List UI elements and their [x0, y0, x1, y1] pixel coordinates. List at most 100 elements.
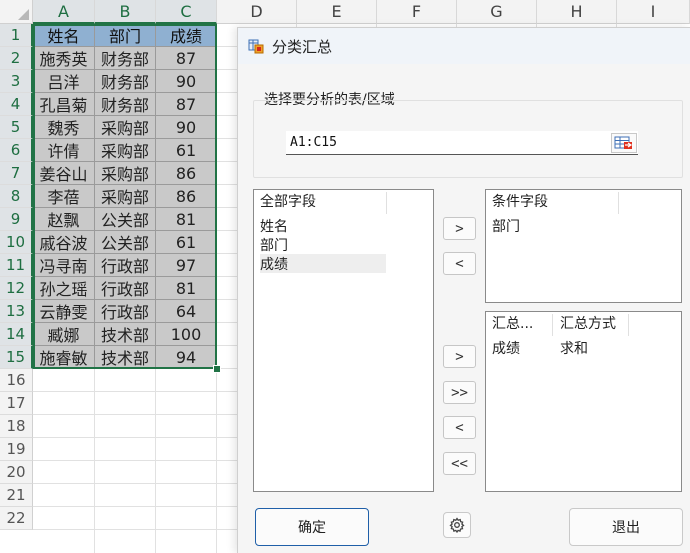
summary-header-divider-2	[628, 314, 629, 336]
table-cell[interactable]: 戚谷波	[33, 231, 95, 254]
row-header[interactable]: 13	[0, 300, 33, 323]
row-header[interactable]: 15	[0, 346, 33, 369]
table-cell[interactable]: 技术部	[95, 323, 156, 346]
table-cell[interactable]: 行政部	[95, 300, 156, 323]
column-header[interactable]: F	[377, 0, 457, 24]
table-cell[interactable]: 采购部	[95, 185, 156, 208]
fill-handle[interactable]	[213, 365, 221, 373]
list-item[interactable]: 姓名	[260, 216, 386, 235]
summary-row-field[interactable]: 成绩	[492, 338, 520, 357]
table-header-cell[interactable]: 部门	[95, 24, 156, 47]
row-header[interactable]: 6	[0, 139, 33, 162]
row-header[interactable]: 1	[0, 24, 33, 47]
list-item[interactable]: 成绩	[260, 254, 386, 273]
add-condition-button[interactable]: >	[443, 217, 476, 240]
row-header[interactable]: 19	[0, 438, 33, 461]
column-header[interactable]: C	[156, 0, 217, 24]
row-header[interactable]: 4	[0, 93, 33, 116]
table-cell[interactable]: 90	[156, 116, 217, 139]
list-item[interactable]: 部门	[260, 235, 386, 254]
table-cell[interactable]: 采购部	[95, 139, 156, 162]
table-cell[interactable]: 81	[156, 277, 217, 300]
table-cell[interactable]: 86	[156, 162, 217, 185]
table-cell[interactable]: 技术部	[95, 346, 156, 369]
row-header[interactable]: 20	[0, 461, 33, 484]
table-cell[interactable]: 许倩	[33, 139, 95, 162]
row-header[interactable]: 5	[0, 116, 33, 139]
row-header[interactable]: 22	[0, 507, 33, 530]
table-cell[interactable]: 94	[156, 346, 217, 369]
table-cell[interactable]: 财务部	[95, 93, 156, 116]
table-cell[interactable]: 86	[156, 185, 217, 208]
row-header[interactable]: 21	[0, 484, 33, 507]
table-cell[interactable]: 赵飘	[33, 208, 95, 231]
table-cell[interactable]: 冯寻南	[33, 254, 95, 277]
remove-all-summary-button[interactable]: <<	[443, 452, 476, 475]
column-header[interactable]: B	[95, 0, 156, 24]
table-cell[interactable]: 行政部	[95, 254, 156, 277]
column-header[interactable]: H	[537, 0, 617, 24]
row-header[interactable]: 17	[0, 392, 33, 415]
column-header[interactable]: A	[33, 0, 95, 24]
summary-row-method[interactable]: 求和	[560, 338, 588, 357]
add-all-summary-button[interactable]: >>	[443, 381, 476, 404]
table-cell[interactable]: 财务部	[95, 47, 156, 70]
table-cell[interactable]: 61	[156, 231, 217, 254]
row-header[interactable]: 7	[0, 162, 33, 185]
select-all-corner[interactable]	[0, 0, 33, 24]
row-header[interactable]: 14	[0, 323, 33, 346]
row-header[interactable]: 16	[0, 369, 33, 392]
table-cell[interactable]: 61	[156, 139, 217, 162]
column-header[interactable]: E	[297, 0, 377, 24]
settings-button[interactable]	[443, 512, 471, 538]
row-header[interactable]: 2	[0, 47, 33, 70]
list-item[interactable]: 部门	[492, 216, 520, 235]
condition-fields-header: 条件字段	[492, 194, 548, 210]
table-cell[interactable]: 李蓓	[33, 185, 95, 208]
table-cell[interactable]: 采购部	[95, 162, 156, 185]
exit-button[interactable]: 退出	[569, 508, 683, 546]
table-cell[interactable]: 云静雯	[33, 300, 95, 323]
column-header[interactable]: D	[217, 0, 297, 24]
range-picker-button[interactable]	[611, 133, 637, 153]
table-cell[interactable]: 81	[156, 208, 217, 231]
table-cell[interactable]: 魏秀	[33, 116, 95, 139]
table-cell[interactable]: 87	[156, 93, 217, 116]
table-cell[interactable]: 吕洋	[33, 70, 95, 93]
ok-button[interactable]: 确定	[255, 508, 369, 546]
table-cell[interactable]: 施秀英	[33, 47, 95, 70]
table-cell[interactable]: 行政部	[95, 277, 156, 300]
column-header[interactable]: G	[457, 0, 537, 24]
table-cell[interactable]: 公关部	[95, 231, 156, 254]
summary-fields-list[interactable]: 汇总... 汇总方式 成绩 求和	[485, 311, 682, 492]
add-summary-button[interactable]: >	[443, 345, 476, 368]
table-cell[interactable]: 臧娜	[33, 323, 95, 346]
table-cell[interactable]: 姜谷山	[33, 162, 95, 185]
all-fields-list[interactable]: 全部字段 姓名 部门 成绩	[253, 189, 434, 492]
table-header-cell[interactable]: 成绩	[156, 24, 217, 47]
table-cell[interactable]: 公关部	[95, 208, 156, 231]
row-header[interactable]: 11	[0, 254, 33, 277]
condition-fields-list[interactable]: 条件字段 部门	[485, 189, 682, 303]
remove-summary-button[interactable]: <	[443, 416, 476, 439]
row-header[interactable]: 10	[0, 231, 33, 254]
table-cell[interactable]: 90	[156, 70, 217, 93]
row-header[interactable]: 9	[0, 208, 33, 231]
table-cell[interactable]: 87	[156, 47, 217, 70]
range-input[interactable]	[286, 131, 638, 155]
remove-condition-button[interactable]: <	[443, 252, 476, 275]
row-header[interactable]: 18	[0, 415, 33, 438]
table-cell[interactable]: 施睿敏	[33, 346, 95, 369]
table-cell[interactable]: 财务部	[95, 70, 156, 93]
table-cell[interactable]: 采购部	[95, 116, 156, 139]
table-cell[interactable]: 孙之瑶	[33, 277, 95, 300]
row-header[interactable]: 12	[0, 277, 33, 300]
table-cell[interactable]: 100	[156, 323, 217, 346]
table-cell[interactable]: 孔昌菊	[33, 93, 95, 116]
row-header[interactable]: 3	[0, 70, 33, 93]
table-cell[interactable]: 97	[156, 254, 217, 277]
table-cell[interactable]: 64	[156, 300, 217, 323]
column-header[interactable]: I	[617, 0, 690, 24]
row-header[interactable]: 8	[0, 185, 33, 208]
table-header-cell[interactable]: 姓名	[33, 24, 95, 47]
